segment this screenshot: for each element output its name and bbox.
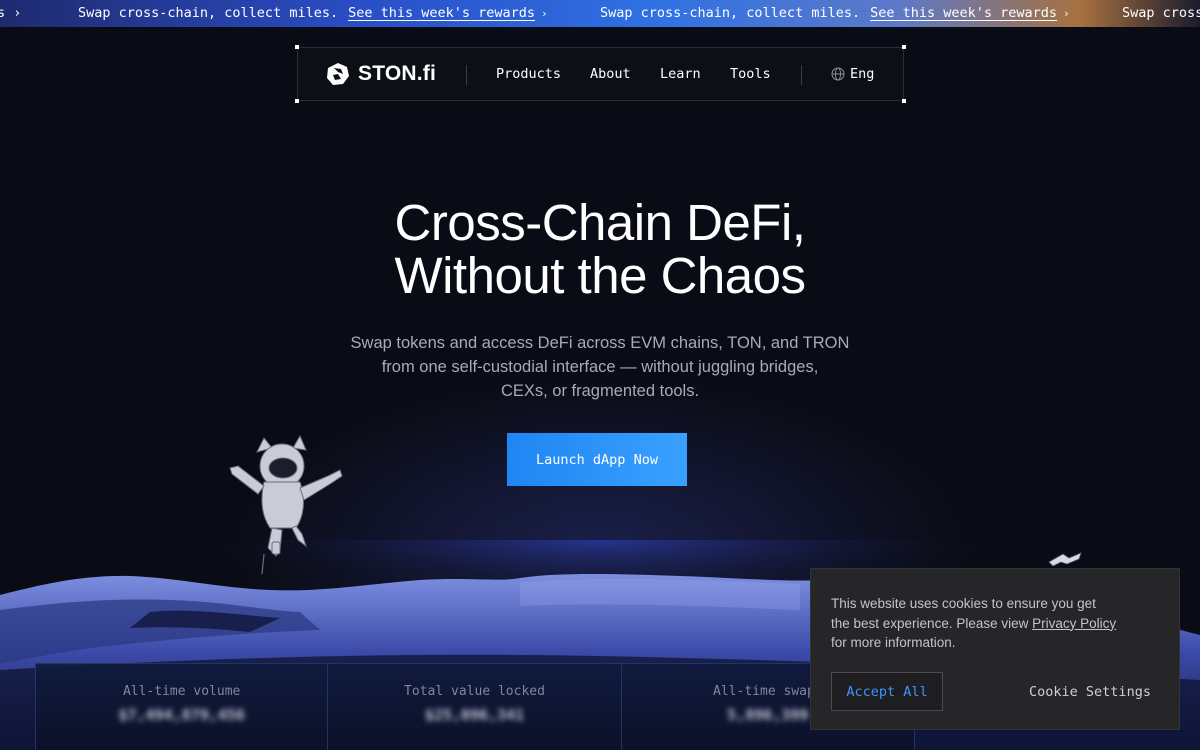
promo-item: Swap cross-chain, collect miles. See this…	[78, 0, 548, 27]
nav-link-about[interactable]: About	[590, 48, 631, 100]
promo-rewards-link[interactable]: See this week's rewards	[870, 5, 1057, 21]
hero-subtitle-line3: CEXs, or fragmented tools.	[500, 382, 700, 400]
accept-cookies-button[interactable]: Accept All	[831, 672, 943, 711]
satellite-illustration	[1048, 552, 1082, 567]
promo-fragment-tail: Swap cross	[1122, 5, 1200, 21]
stat-label: Total value locked	[404, 684, 545, 699]
hero-title-line2: Without the Chaos	[394, 247, 806, 304]
cookie-text-line1: This website uses cookies to ensure you …	[831, 596, 1096, 611]
logo-link[interactable]: STON.fi	[326, 62, 436, 86]
promo-item: Swap cross-chain, collect miles. See this…	[600, 0, 1070, 27]
launch-dapp-button[interactable]: Launch dApp Now	[507, 433, 687, 486]
nav-divider	[466, 65, 467, 85]
nav-corner-marker	[902, 99, 906, 103]
logo-wordmark: STON.fi	[358, 62, 437, 85]
globe-icon	[831, 67, 845, 81]
cookie-text-line3: for more information.	[831, 635, 956, 650]
privacy-policy-link[interactable]: Privacy Policy	[1032, 616, 1116, 631]
promo-fragment-lead: s ›	[0, 5, 22, 21]
stat-label: All-time volume	[122, 684, 241, 699]
promo-text: Swap cross-chain, collect miles.	[600, 5, 861, 21]
language-label: Eng	[850, 66, 875, 82]
hero-title-line1: Cross-Chain DeFi,	[394, 194, 806, 251]
stats-panel: All-time volume $7,494,879,456 Total val…	[35, 663, 915, 750]
stat-value: $25,096,341	[424, 706, 525, 724]
nav-link-learn[interactable]: Learn	[660, 48, 701, 100]
top-navigation: STON.fi Products About Learn Tools Eng	[295, 45, 906, 103]
cookie-settings-button[interactable]: Cookie Settings	[1015, 672, 1165, 711]
stat-value: $7,494,879,456	[118, 706, 245, 724]
hero-title: Cross-Chain DeFi, Without the Chaos	[0, 196, 1200, 302]
cookie-message: This website uses cookies to ensure you …	[831, 594, 1151, 653]
stat-card: All-time volume $7,494,879,456	[35, 663, 329, 750]
promo-banner: s › Swap cross-chain, collect miles. See …	[0, 0, 1200, 27]
promo-text: Swap cross-chain, collect miles.	[78, 5, 339, 21]
nav-corner-marker	[295, 45, 299, 49]
chevron-right-icon: ›	[1063, 7, 1070, 20]
chevron-right-icon: ›	[541, 7, 548, 20]
nav-corner-marker	[902, 45, 906, 49]
stat-card: Total value locked $25,096,341	[328, 663, 622, 750]
hero-subtitle-line1: Swap tokens and access DeFi across EVM c…	[350, 334, 850, 352]
cookie-banner: This website uses cookies to ensure you …	[810, 568, 1180, 730]
nav-link-tools[interactable]: Tools	[730, 48, 771, 100]
cookie-text-line2: the best experience. Please view	[831, 615, 1033, 631]
hero-subtitle: Swap tokens and access DeFi across EVM c…	[330, 331, 870, 403]
astronaut-illustration	[229, 434, 343, 575]
language-selector[interactable]: Eng	[831, 48, 874, 100]
ston-logo-icon	[327, 63, 349, 85]
nav-link-products[interactable]: Products	[496, 48, 561, 100]
hero-subtitle-line2: from one self-custodial interface — with…	[381, 358, 819, 376]
promo-rewards-link[interactable]: See this week's rewards	[348, 5, 535, 21]
nav-divider	[801, 65, 802, 85]
nav-corner-marker	[295, 99, 299, 103]
